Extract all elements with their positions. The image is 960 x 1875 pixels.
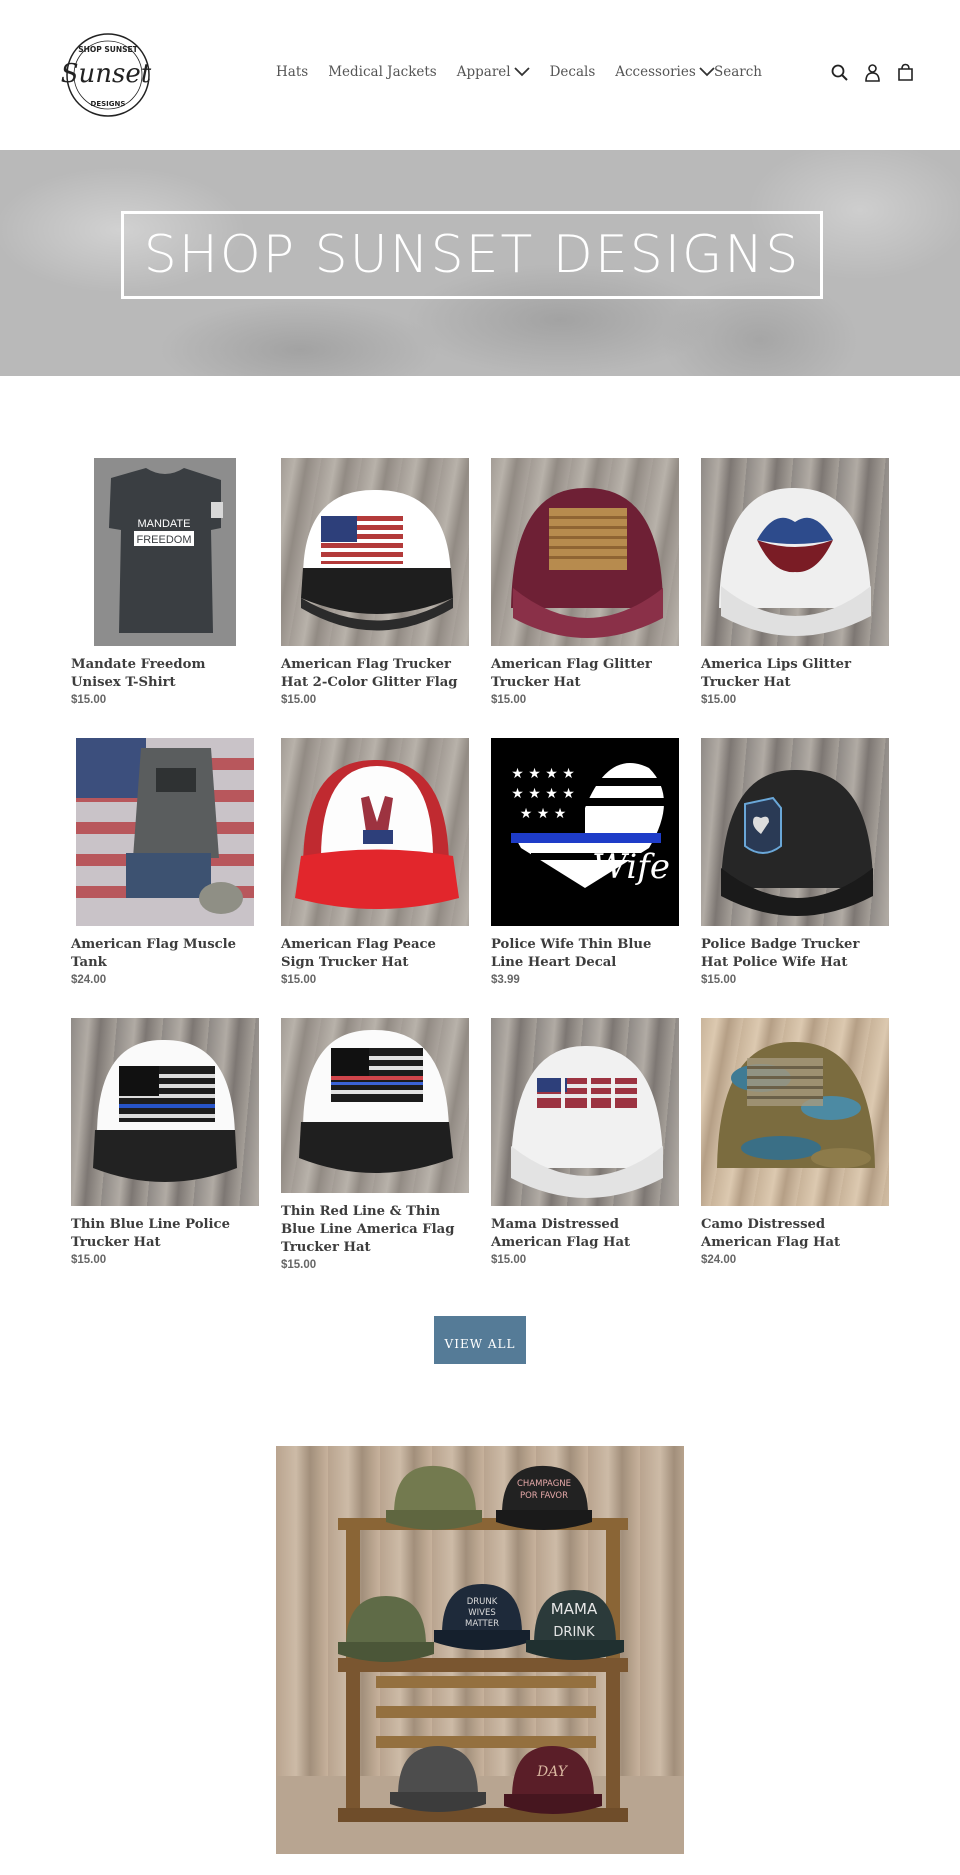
hero-banner: SHOP SUNSET DESIGNS <box>0 150 960 376</box>
product-title[interactable]: Mama Distressed American Flag Hat <box>491 1216 679 1252</box>
product-title[interactable]: American Flag Glitter Trucker Hat <box>491 656 679 692</box>
view-all-button[interactable]: VIEW ALL <box>434 1316 526 1364</box>
product-title[interactable]: Camo Distressed American Flag Hat <box>701 1216 889 1252</box>
product-image <box>281 1018 469 1193</box>
nav-label: Accessories <box>615 64 696 80</box>
product-image <box>491 1018 679 1206</box>
product-image: ★ ★ ★ ★ ★ ★ ★ ★ ★ ★ ★ Wife <box>491 738 679 926</box>
logo-text-top: SHOP SUNSET <box>78 45 138 54</box>
product-card[interactable]: Thin Blue Line Police Trucker Hat $15.00 <box>71 1018 259 1266</box>
svg-text:★ ★ ★ ★: ★ ★ ★ ★ <box>511 786 575 802</box>
product-image <box>701 458 889 646</box>
product-title[interactable]: American Flag Trucker Hat 2-Color Glitte… <box>281 656 469 692</box>
product-price: $24.00 <box>701 1254 737 1266</box>
nav-label: Apparel <box>456 64 511 80</box>
svg-text:★ ★ ★ ★: ★ ★ ★ ★ <box>511 766 575 782</box>
product-price: $15.00 <box>71 694 107 706</box>
svg-text:FREEDOM: FREEDOM <box>137 534 192 546</box>
product-image <box>701 738 889 926</box>
product-title[interactable]: Police Badge Trucker Hat Police Wife Hat <box>701 936 889 972</box>
svg-text:DRUNK: DRUNK <box>467 1597 498 1607</box>
product-card[interactable]: Police Badge Trucker Hat Police Wife Hat… <box>701 738 889 986</box>
product-price: $3.99 <box>491 974 520 986</box>
product-card[interactable]: American Flag Muscle Tank $24.00 <box>71 738 259 986</box>
product-card[interactable]: ★ ★ ★ ★ ★ ★ ★ ★ ★ ★ ★ Wife Police Wife T… <box>491 738 679 986</box>
product-price: $15.00 <box>281 1259 317 1271</box>
product-price: $15.00 <box>701 694 737 706</box>
nav-item-apparel[interactable]: Apparel <box>457 64 530 80</box>
decal-word: Wife <box>592 847 670 887</box>
chevron-down-icon <box>513 67 530 77</box>
product-card[interactable]: American Flag Trucker Hat 2-Color Glitte… <box>281 458 469 706</box>
product-price: $15.00 <box>281 694 317 706</box>
product-price: $15.00 <box>281 974 317 986</box>
svg-text:MATTER: MATTER <box>465 1619 499 1629</box>
product-card[interactable]: Camo Distressed American Flag Hat $24.00 <box>701 1018 889 1266</box>
product-card[interactable]: MANDATE FREEDOM Mandate Freedom Unisex T… <box>71 458 259 706</box>
svg-text:MAMA: MAMA <box>551 1600 598 1618</box>
logo[interactable]: SHOP SUNSET Sunset DESIGNS <box>56 30 164 120</box>
logo-text-script: Sunset <box>61 59 152 89</box>
product-price: $15.00 <box>701 974 737 986</box>
svg-text:CHAMPAGNE: CHAMPAGNE <box>517 1479 571 1489</box>
header-icons <box>830 63 929 82</box>
product-title[interactable]: American Flag Peace Sign Trucker Hat <box>281 936 469 972</box>
cart-icon[interactable] <box>896 63 915 82</box>
product-title[interactable]: America Lips Glitter Trucker Hat <box>701 656 889 692</box>
logo-text-bottom: DESIGNS <box>91 100 126 108</box>
product-card[interactable]: American Flag Peace Sign Trucker Hat $15… <box>281 738 469 986</box>
product-price: $15.00 <box>71 1254 107 1266</box>
product-image <box>71 738 259 926</box>
product-image <box>71 1018 259 1206</box>
nav-item-hats[interactable]: Hats <box>276 64 308 80</box>
nav-item-decals[interactable]: Decals <box>550 64 596 80</box>
main-nav: Hats Medical Jackets Apparel Decals Acce… <box>276 64 735 80</box>
svg-text:POR FAVOR: POR FAVOR <box>520 1491 568 1501</box>
product-image <box>281 458 469 646</box>
product-card[interactable]: Thin Red Line & Thin Blue Line America F… <box>281 1018 469 1271</box>
product-card[interactable]: American Flag Glitter Trucker Hat $15.00 <box>491 458 679 706</box>
product-card[interactable]: America Lips Glitter Trucker Hat $15.00 <box>701 458 889 706</box>
nav-label: Medical Jackets <box>328 64 437 80</box>
product-card[interactable]: Mama Distressed American Flag Hat $15.00 <box>491 1018 679 1266</box>
nav-label: Decals <box>549 64 596 80</box>
product-title[interactable]: Thin Blue Line Police Trucker Hat <box>71 1216 259 1252</box>
product-price: $24.00 <box>71 974 107 986</box>
nav-item-accessories[interactable]: Accessories <box>615 64 715 80</box>
svg-text:★ ★ ★: ★ ★ ★ <box>520 806 567 822</box>
account-icon[interactable] <box>863 63 882 82</box>
product-price: $15.00 <box>491 694 527 706</box>
svg-text:DAY: DAY <box>536 1764 569 1780</box>
svg-text:WIVES: WIVES <box>468 1608 496 1618</box>
search-icon[interactable] <box>830 63 849 82</box>
site-header: SHOP SUNSET Sunset DESIGNS Hats Medical … <box>0 0 960 150</box>
feature-image: CHAMPAGNE POR FAVOR DRUNK WIVES MATTER M… <box>276 1446 684 1854</box>
nav-label: Hats <box>276 64 309 80</box>
product-image <box>281 738 469 926</box>
hero-title: SHOP SUNSET DESIGNS <box>143 225 801 285</box>
product-title[interactable]: Thin Red Line & Thin Blue Line America F… <box>281 1203 469 1257</box>
hero-title-frame: SHOP SUNSET DESIGNS <box>121 211 823 299</box>
chevron-down-icon <box>699 67 715 77</box>
product-title[interactable]: Police Wife Thin Blue Line Heart Decal <box>491 936 679 972</box>
product-image <box>701 1018 889 1206</box>
nav-item-medical-jackets[interactable]: Medical Jackets <box>328 64 437 80</box>
product-image: MANDATE FREEDOM <box>71 458 259 646</box>
product-price: $15.00 <box>491 1254 527 1266</box>
svg-text:DRINK: DRINK <box>553 1625 595 1640</box>
svg-text:MANDATE: MANDATE <box>138 518 191 530</box>
product-title[interactable]: American Flag Muscle Tank <box>71 936 259 972</box>
nav-search-link[interactable]: Search <box>714 64 762 80</box>
product-title[interactable]: Mandate Freedom Unisex T-Shirt <box>71 656 259 692</box>
product-image <box>491 458 679 646</box>
